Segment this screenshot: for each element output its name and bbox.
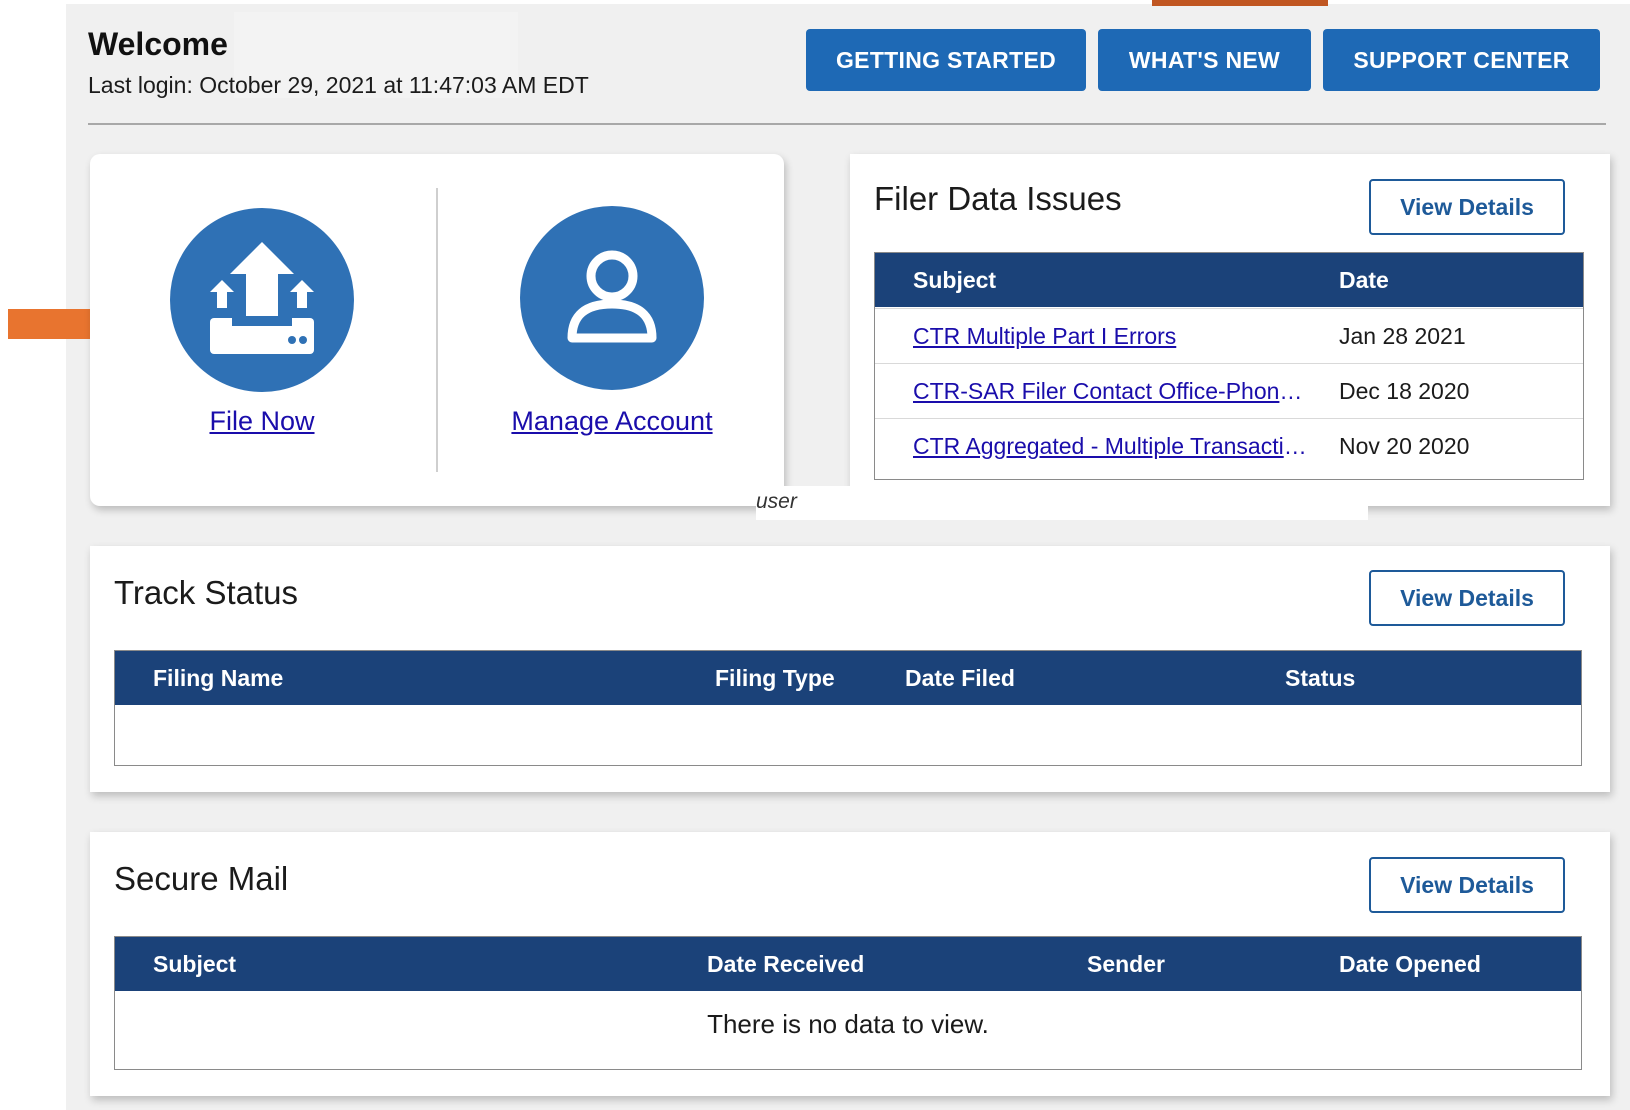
column-header-subject: Subject <box>153 951 237 977</box>
whats-new-button[interactable]: WHAT'S NEW <box>1098 29 1311 91</box>
column-header-filing-type: Filing Type <box>715 665 835 691</box>
secure-mail-title: Secure Mail <box>114 860 289 897</box>
column-header-subject: Subject <box>913 267 997 293</box>
file-now-link[interactable]: File Now <box>170 406 354 437</box>
issue-subject-link[interactable]: CTR Multiple Part I Errors <box>913 323 1313 350</box>
table-row: CTR Multiple Part I Errors Jan 28 2021 <box>875 308 1583 364</box>
table-row: CTR Aggregated - Multiple Transactions N… <box>875 418 1583 474</box>
column-header-date: Date <box>1339 267 1389 293</box>
column-header-filing-name: Filing Name <box>153 665 284 691</box>
user-icon[interactable] <box>520 206 704 390</box>
column-header-date-received: Date Received <box>707 951 865 977</box>
filer-data-issues-card: Filer Data Issues View Details Subject D… <box>850 154 1610 506</box>
track-status-card: Track Status View Details Filing Name Fi… <box>90 546 1610 792</box>
track-status-table: Filing Name Filing Type Date Filed Statu… <box>114 650 1582 766</box>
filer-data-issues-table: Subject Date CTR Multiple Part I Errors … <box>874 252 1584 480</box>
header-divider <box>88 123 1606 125</box>
table-header: Filing Name Filing Type Date Filed Statu… <box>115 651 1581 705</box>
track-status-view-details-button[interactable]: View Details <box>1369 570 1565 626</box>
column-header-date-opened: Date Opened <box>1339 951 1481 977</box>
column-header-sender: Sender <box>1087 951 1165 977</box>
filer-data-issues-view-details-button[interactable]: View Details <box>1369 179 1565 235</box>
getting-started-button[interactable]: GETTING STARTED <box>806 29 1086 91</box>
annotation-label: user <box>756 486 1368 520</box>
support-center-button[interactable]: SUPPORT CENTER <box>1323 29 1600 91</box>
upload-tray-icon[interactable] <box>170 208 354 392</box>
last-login-text: Last login: October 29, 2021 at 11:47:03… <box>88 72 589 98</box>
table-row: CTR-SAR Filer Contact Office-Phone Numbe… <box>875 363 1583 419</box>
column-header-date-filed: Date Filed <box>905 665 1015 691</box>
manage-account-link[interactable]: Manage Account <box>502 406 722 437</box>
column-header-status: Status <box>1285 665 1356 691</box>
track-status-title: Track Status <box>114 574 298 611</box>
top-accent-strip <box>1152 0 1328 6</box>
quick-actions-separator <box>436 188 438 472</box>
page-title: Welcome <box>88 26 228 62</box>
issue-date: Nov 20 2020 <box>1339 433 1470 459</box>
secure-mail-view-details-button[interactable]: View Details <box>1369 857 1565 913</box>
issue-date: Jan 28 2021 <box>1339 323 1466 349</box>
empty-state-message: There is no data to view. <box>707 1009 989 1039</box>
issue-subject-link[interactable]: CTR-SAR Filer Contact Office-Phone Numbe… <box>913 378 1313 405</box>
filer-data-issues-title: Filer Data Issues <box>874 180 1122 217</box>
table-header: Subject Date Received Sender Date Opened <box>115 937 1581 991</box>
table-header: Subject Date <box>875 253 1583 307</box>
issue-date: Dec 18 2020 <box>1339 378 1470 404</box>
issue-subject-link[interactable]: CTR Aggregated - Multiple Transactions <box>913 433 1313 460</box>
secure-mail-card: Secure Mail View Details Subject Date Re… <box>90 832 1610 1096</box>
secure-mail-table: Subject Date Received Sender Date Opened… <box>114 936 1582 1070</box>
